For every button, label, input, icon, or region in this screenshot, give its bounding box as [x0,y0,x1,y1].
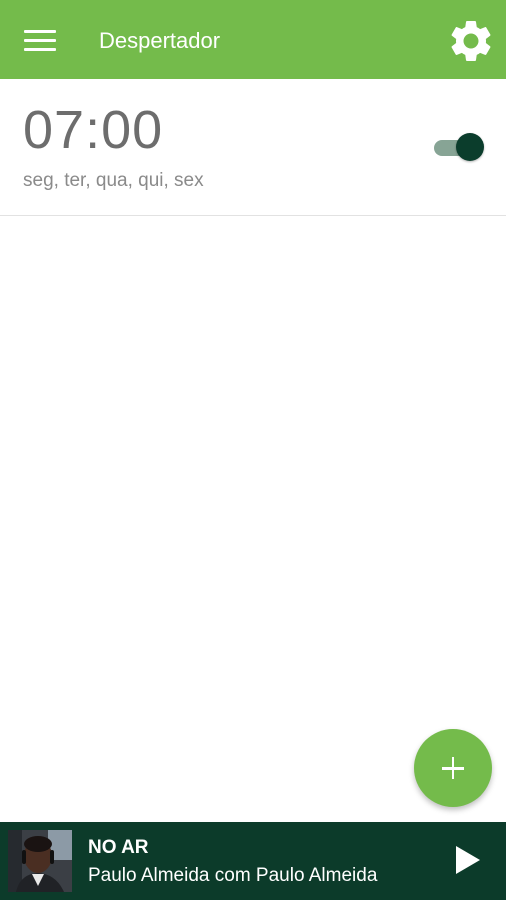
alarm-time: 07:00 [23,100,164,160]
alarm-toggle[interactable] [432,131,486,163]
player-status: NO AR [88,837,149,858]
play-button[interactable] [450,840,486,880]
host-avatar [8,830,72,892]
player-program-title: Paulo Almeida com Paulo Almeida [88,865,378,886]
gear-icon [451,21,491,61]
settings-button[interactable] [446,16,496,66]
app-bar: Despertador [0,0,506,79]
alarm-days: seg, ter, qua, qui, sex [23,170,204,191]
page-title: Despertador [99,28,221,53]
alarm-item[interactable]: 07:00 seg, ter, qua, qui, sex [0,79,506,216]
toggle-thumb [456,133,484,161]
radio-player-bar[interactable]: NO AR Paulo Almeida com Paulo Almeida [0,822,506,900]
play-icon [456,846,480,874]
menu-button[interactable] [16,22,64,58]
add-alarm-button[interactable] [414,729,492,807]
